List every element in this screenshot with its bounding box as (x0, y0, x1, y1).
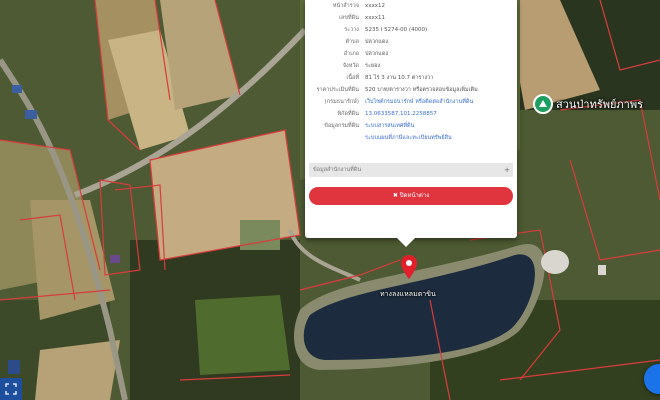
info-row: ข้อมูลกรมที่ดิน ระบบสารสนเทศที่ดิน (305, 120, 517, 132)
info-row-label: จังหวัด (342, 63, 359, 69)
info-row-label: เลขที่ดิน (339, 15, 359, 21)
location-pin-icon[interactable] (400, 254, 418, 280)
close-window-button[interactable]: ✖ ปิดหน้าต่าง (309, 187, 513, 205)
info-row-value: 520 บาท/ตารางวา หรือตรวจสอบข้อมูลเพิ่มเต… (365, 87, 478, 93)
info-row-link[interactable]: ระบบสารสนเทศที่ดิน (365, 120, 517, 132)
info-row-value: ระยอง (365, 63, 381, 69)
info-row-link[interactable]: เว็บไซต์กรมธนารักษ์ หรือติดต่อสำนักงานที… (365, 96, 517, 108)
parcel-info-table: หน้าสำรวจ xxxx12 เลขที่ดิน xxxx11 ระวาง 5235 … (305, 0, 517, 144)
parcel-info-popup: หน้าสำรวจ xxxx12 เลขที่ดิน xxxx11 ระวาง 5235 … (305, 0, 517, 247)
info-row-link[interactable]: 13.0633587,101.2258857 (365, 108, 517, 120)
info-row-value: xxxx11 (365, 15, 386, 21)
info-row-label: เนื้อที่ (346, 75, 359, 81)
info-row-value: ปลวกแดง (365, 51, 389, 57)
info-row-label (305, 132, 365, 144)
info-row-label: ตำบล (345, 39, 359, 45)
info-row-label: หน้าสำรวจ (332, 3, 359, 9)
info-row: ราคาประเมินที่ดิน 520 บาท/ตารางวา หรือตรว… (305, 84, 517, 96)
info-row-label: ราคาประเมินที่ดิน (316, 87, 359, 93)
info-row-label: อำเภอ (343, 51, 359, 57)
poi-label: สวนป่าทรัพย์ภาพร (556, 98, 644, 111)
land-office-section-title: ข้อมูลสำนักงานที่ดิน (313, 167, 362, 173)
info-row-label: พิกัดที่ดิน (337, 111, 359, 117)
info-row: (กรมธนารักษ์) เว็บไซต์กรมธนารักษ์ หรือติด… (305, 96, 517, 108)
info-row-value: 81 ไร่ 3 งาน 10.7 ตารางวา (365, 75, 434, 81)
info-row-value: 5235 I 5274-00 (4000) (365, 27, 428, 33)
info-row: ระวาง 5235 I 5274-00 (4000) (305, 24, 517, 36)
info-row-value: xxxx12 (365, 3, 386, 9)
info-row: ตำบล ปลวกแดง (305, 36, 517, 48)
park-tree-icon (533, 94, 553, 114)
fullscreen-tool-icon[interactable] (0, 378, 22, 400)
expand-icon[interactable]: + (504, 163, 510, 177)
info-row: จังหวัด ระยอง (305, 60, 517, 72)
info-row-label: ข้อมูลกรมที่ดิน (324, 123, 359, 129)
info-row-label: ระวาง (344, 27, 359, 33)
info-row: ระบบแผนที่ภาษีและทะเบียนทรัพย์สิน (305, 132, 517, 144)
info-row-value: ปลวกแดง (365, 39, 389, 45)
land-office-section[interactable]: ข้อมูลสำนักงานที่ดิน + (309, 163, 513, 177)
info-row-label: (กรมธนารักษ์) (324, 99, 359, 105)
info-row-link[interactable]: ระบบแผนที่ภาษีและทะเบียนทรัพย์สิน (365, 132, 517, 144)
pond-label: ทางลงแหลมตาขิน (380, 290, 436, 298)
info-row: เนื้อที่ 81 ไร่ 3 งาน 10.7 ตารางวา (305, 72, 517, 84)
info-row: หน้าสำรวจ xxxx12 (305, 0, 517, 12)
info-row: เลขที่ดิน xxxx11 (305, 12, 517, 24)
poi-marker[interactable]: สวนป่าทรัพย์ภาพร (533, 94, 643, 114)
info-row: พิกัดที่ดิน 13.0633587,101.2258857 (305, 108, 517, 120)
info-row: อำเภอ ปลวกแดง (305, 48, 517, 60)
